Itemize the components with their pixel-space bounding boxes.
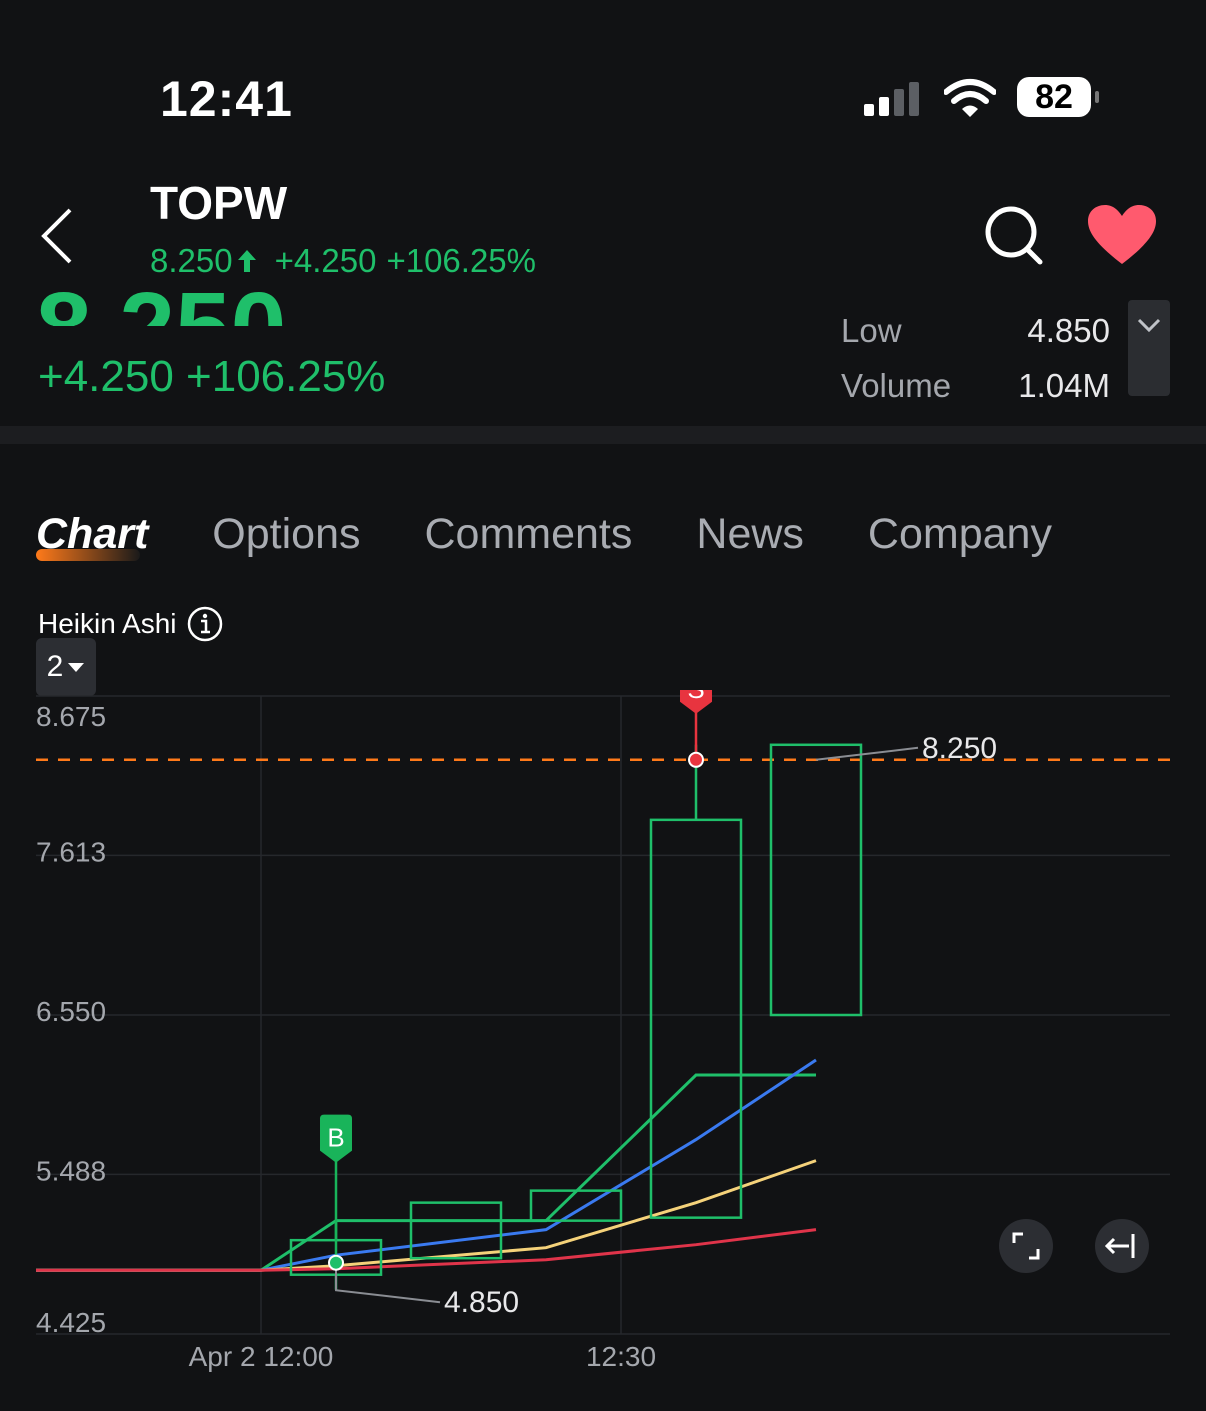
status-time: 12:41: [160, 71, 293, 127]
chart-type-selector[interactable]: Heikin Ashi: [38, 606, 223, 642]
tab-company[interactable]: Company: [868, 510, 1052, 559]
favorite-heart-icon[interactable]: [1086, 204, 1158, 266]
arrow-left-bar-icon: [1104, 1234, 1135, 1258]
back-arrow-icon[interactable]: [36, 206, 78, 266]
tab-chart-label: Chart: [36, 510, 149, 558]
y-tick-label: 4.425: [36, 1307, 106, 1338]
last-price-leader: [815, 746, 919, 761]
header-change-pct: +106.25%: [386, 242, 537, 279]
stat-value-low: 4.850: [1027, 312, 1110, 349]
period-value: 2: [46, 650, 64, 683]
big-price-clip: 8.250: [36, 284, 376, 326]
buy-marker-label: B: [327, 1123, 344, 1153]
header-change: +4.250: [274, 242, 377, 279]
jump-to-latest-button[interactable]: [1095, 1219, 1149, 1273]
low-price-label: 4.850: [444, 1286, 519, 1319]
candle-body: [409, 1201, 503, 1260]
caret-down-icon: [68, 663, 85, 672]
sell-marker-dot: [688, 751, 704, 768]
cellular-signal-icon: [864, 82, 919, 116]
tab-news[interactable]: News: [696, 510, 804, 559]
battery-icon: 82: [1017, 77, 1099, 117]
tab-chart[interactable]: Chart: [36, 510, 149, 561]
sell-marker-label: S: [687, 690, 704, 704]
chart-type-label: Heikin Ashi: [38, 608, 177, 639]
stat-label-volume: Volume: [841, 367, 952, 404]
battery-level: 82: [1017, 77, 1091, 117]
fullscreen-button[interactable]: [999, 1219, 1053, 1273]
tab-comments[interactable]: Comments: [425, 510, 633, 559]
indicator-line: [36, 1073, 816, 1272]
tab-bar: Chart Options Comments News Company: [36, 510, 1052, 561]
big-price: 8.250: [36, 284, 286, 326]
period-dropdown[interactable]: 2: [36, 638, 96, 696]
wifi-icon: [944, 79, 996, 117]
y-tick-label: 6.550: [36, 996, 106, 1027]
x-tick-label: Apr 2 12:00: [189, 1341, 334, 1372]
indicator-line: [36, 1058, 817, 1272]
chevron-down-icon: [1137, 318, 1161, 333]
info-icon[interactable]: [187, 606, 223, 642]
price-chart[interactable]: 8.675 7.613 6.550 5.488 4.425 Apr 2 12:00 12:3…: [0, 690, 1206, 1390]
candle-body: [769, 743, 863, 1017]
stat-value-volume: 1.04M: [1018, 367, 1110, 404]
last-price-label: 8.250: [922, 732, 997, 765]
header-price: 8.250: [150, 242, 233, 279]
stat-label-low: Low: [841, 312, 902, 349]
indicator-line: [36, 1159, 817, 1272]
section-divider: [0, 426, 1206, 444]
big-change: +4.250 +106.25%: [38, 352, 386, 401]
x-tick-label: 12:30: [586, 1341, 656, 1372]
ticker-symbol: TOPW: [150, 177, 288, 229]
y-tick-label: 7.613: [36, 836, 106, 867]
search-icon[interactable]: [984, 204, 1044, 266]
tab-options[interactable]: Options: [212, 510, 360, 559]
fullscreen-icon: [1012, 1232, 1040, 1260]
candle-body: [529, 1189, 623, 1222]
header-quote: 8.250 +4.250 +106.25%: [150, 242, 536, 280]
y-tick-label: 8.675: [36, 701, 106, 732]
y-tick-label: 5.488: [36, 1155, 106, 1186]
up-arrow-icon: [237, 250, 256, 272]
buy-marker-dot: [328, 1254, 344, 1271]
indicator-line: [36, 1228, 817, 1272]
expand-stats-button[interactable]: [1128, 300, 1170, 396]
